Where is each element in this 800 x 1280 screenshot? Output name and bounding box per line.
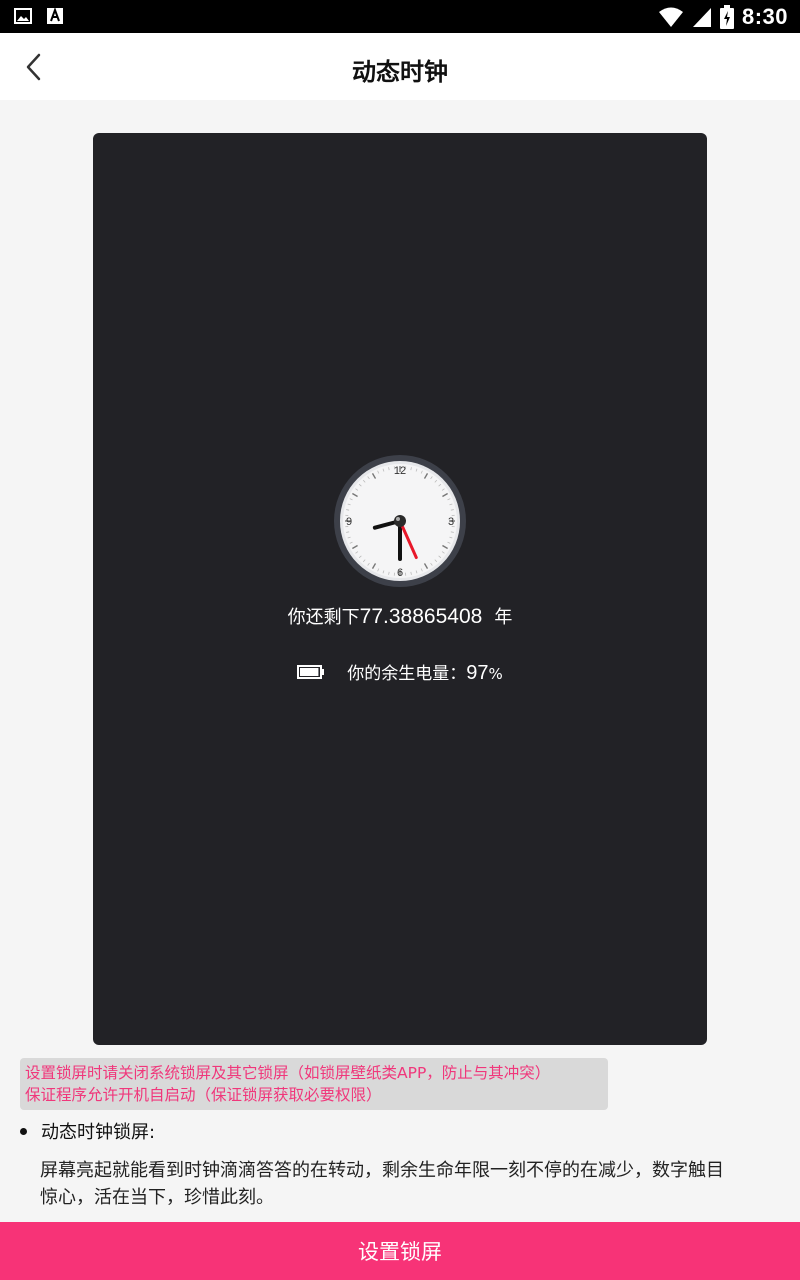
remaining-life-text: 你还剩下77.38865408 年 — [93, 603, 707, 629]
image-icon — [14, 8, 32, 24]
wifi-icon — [658, 7, 683, 27]
lockscreen-preview: 12 3 6 9 你还剩下77.38865408 年 你的余生电量：97% — [93, 133, 707, 1045]
feature-title: 动态时钟锁屏: — [41, 1122, 156, 1143]
battery-status: 你的余生电量：97% — [93, 659, 707, 685]
status-right-icons: 8:30 — [658, 4, 788, 30]
feature-desc-line-2: 惊心，活在当下，珍惜此刻。 — [40, 1187, 274, 1208]
remaining-prefix: 你还剩下 — [287, 607, 360, 628]
feature-heading: 动态时钟锁屏: — [20, 1118, 155, 1144]
battery-percent: 97 — [466, 662, 489, 684]
bullet-icon — [20, 1127, 27, 1135]
battery-label: 你的余生电量： — [347, 664, 467, 684]
clock-numeral-6: 6 — [397, 567, 403, 579]
page-title: 动态时钟 — [352, 58, 448, 86]
clock-numeral-9: 9 — [346, 516, 352, 528]
feature-desc-line-1: 屏幕亮起就能看到时钟滴滴答答的在转动，剩余生命年限一刻不停的在减少，数字触目 — [40, 1160, 724, 1181]
set-lockscreen-button[interactable]: 设置锁屏 — [0, 1222, 800, 1280]
app-bar: 动态时钟 — [0, 33, 800, 100]
remaining-years: 77.38865408 — [359, 605, 483, 628]
notice-box: 设置锁屏时请关闭系统锁屏及其它锁屏（如锁屏壁纸类APP，防止与其冲突） 保证程序… — [20, 1058, 608, 1110]
battery-charging-icon — [719, 5, 734, 29]
battery-percent-sign: % — [488, 665, 503, 683]
clock-numeral-12: 12 — [394, 465, 406, 477]
remaining-unit: 年 — [494, 607, 513, 628]
clock-numeral-3: 3 — [448, 516, 454, 528]
analog-clock: 12 3 6 9 — [334, 455, 466, 587]
text-icon — [47, 7, 63, 24]
notice-line-1: 设置锁屏时请关闭系统锁屏及其它锁屏（如锁屏壁纸类APP，防止与其冲突） — [25, 1064, 551, 1082]
signal-icon — [692, 8, 711, 27]
notice-line-2: 保证程序允许开机自启动（保证锁屏获取必要权限） — [25, 1086, 382, 1104]
status-time: 8:30 — [741, 4, 788, 29]
status-left-icons — [14, 7, 64, 25]
battery-icon — [297, 665, 325, 679]
feature-description: 屏幕亮起就能看到时钟滴滴答答的在转动，剩余生命年限一刻不停的在减少，数字触目 惊… — [40, 1157, 800, 1211]
status-bar: 8:30 — [0, 0, 800, 33]
